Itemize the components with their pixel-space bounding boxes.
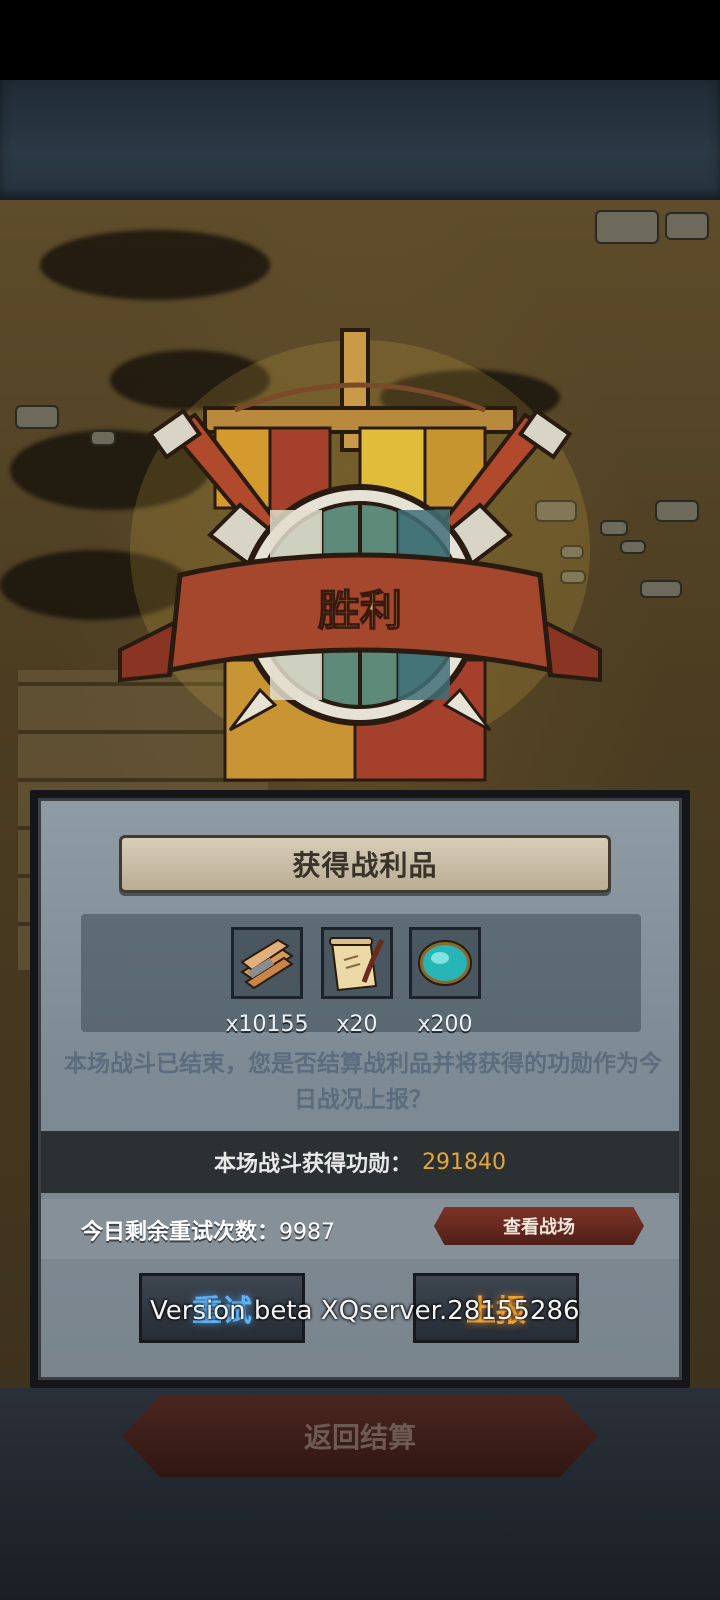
merit-label: 本场战斗获得功勋： <box>214 1152 413 1177</box>
retry-count: 9987 <box>279 1220 336 1245</box>
loot-count-gem: x200 <box>417 1012 473 1037</box>
version-label: Version beta XQserver.28155286 <box>150 1296 580 1326</box>
loot-item-scroll[interactable] <box>321 927 393 999</box>
victory-emblem: 胜利 <box>118 328 602 782</box>
loot-item-gem[interactable] <box>409 927 481 999</box>
panel-title: 获得战利品 <box>119 835 611 893</box>
return-settlement-button[interactable]: 返回结算 <box>122 1395 598 1477</box>
battle-end-message: 本场战斗已结束，您是否结算战利品并将获得的功勋作为今日战况上报？ <box>64 1051 662 1113</box>
scroll-quill-icon <box>324 930 390 996</box>
wood-planks-icon <box>234 930 300 996</box>
retry-label: 今日剩余重试次数： <box>81 1220 280 1245</box>
victory-title: 胜利 <box>318 586 402 635</box>
loot-list: x10155 x20 x200 <box>81 914 641 1037</box>
view-battlefield-button[interactable]: 查看战场 <box>434 1207 644 1245</box>
loot-item-wood[interactable] <box>231 927 303 999</box>
top-frame <box>0 80 720 200</box>
merit-value: 291840 <box>422 1149 506 1175</box>
merit-row: 本场战斗获得功勋： 291840 <box>41 1131 679 1193</box>
status-bar <box>0 0 720 80</box>
retry-remaining: 今日剩余重试次数：9987 <box>81 1214 335 1246</box>
turquoise-gem-icon <box>412 930 478 996</box>
loot-panel-body: 获得战利品 x10155 x20 x200 本场战斗已结束，您是否结算战利品并将… <box>38 798 682 1380</box>
